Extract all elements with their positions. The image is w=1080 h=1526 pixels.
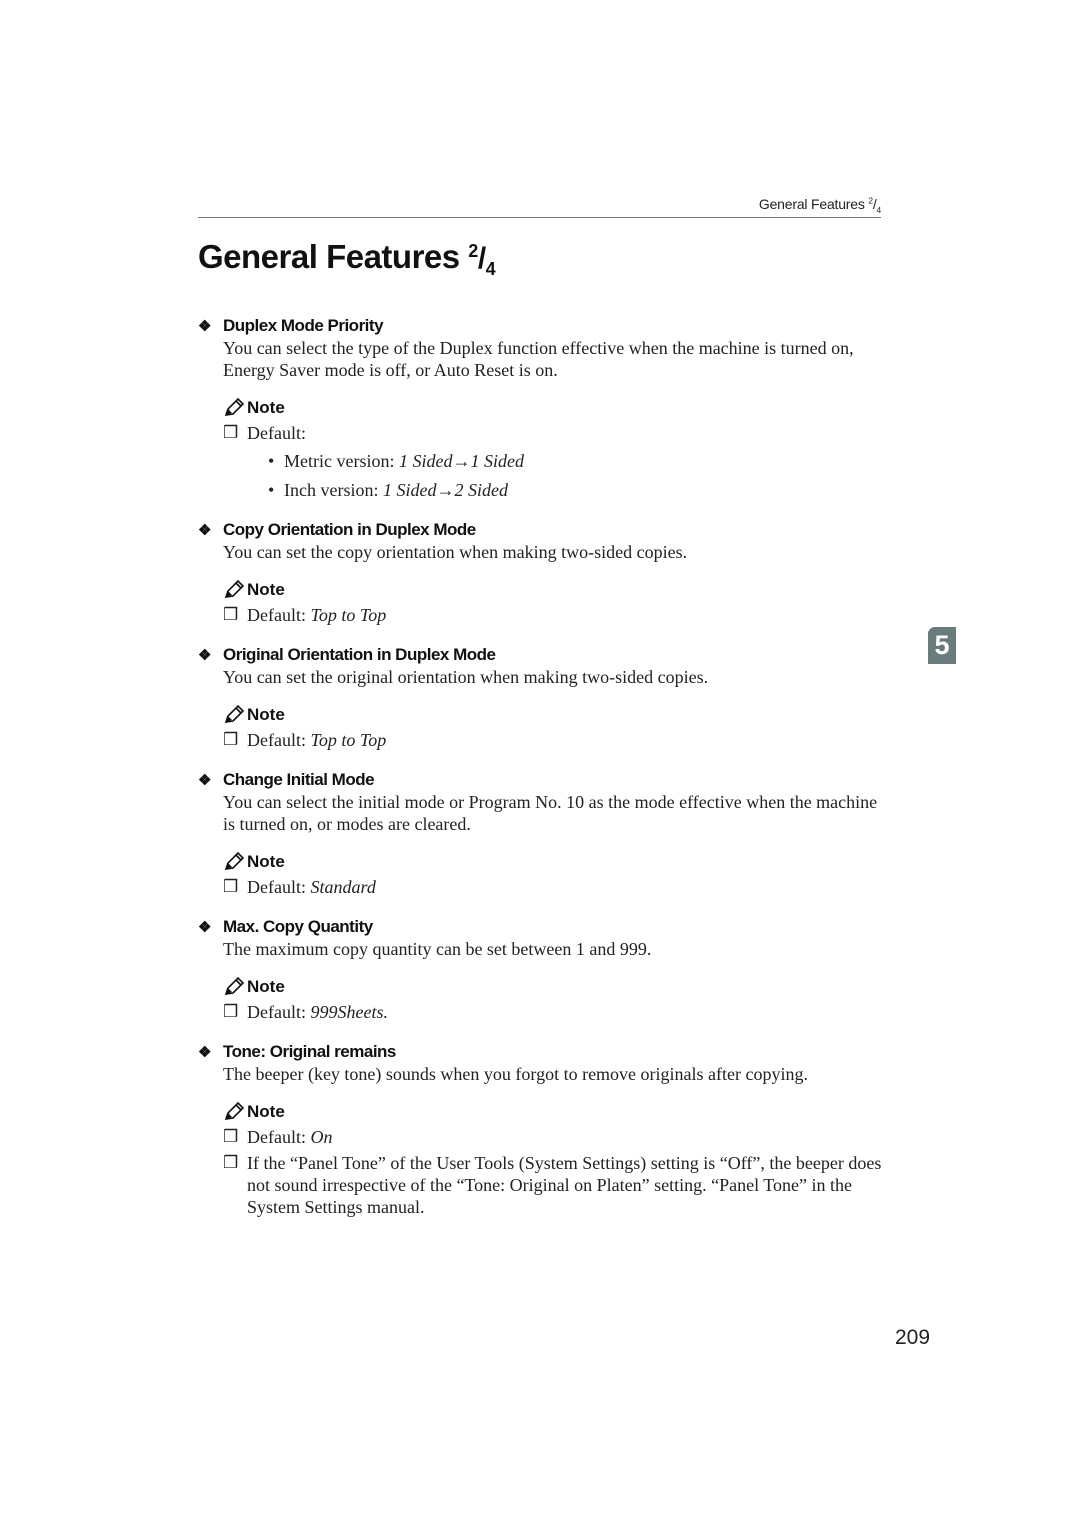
section-heading-text: Copy Orientation in Duplex Mode (223, 520, 476, 539)
section: ❖ Copy Orientation in Duplex Mode You can … (198, 519, 882, 626)
page-title: General Features 2/4 (198, 238, 496, 279)
diamond-bullet-icon: ❖ (198, 1044, 211, 1061)
note-value: Top to Top (310, 605, 387, 625)
note-item: ❒ Default: Top to Top (223, 604, 882, 626)
diamond-bullet-icon: ❖ (198, 318, 211, 335)
bullet-item: • Metric version: 1 Sided→1 Sided (268, 450, 882, 472)
bullet-item: • Inch version: 1 Sided→2 Sided (268, 479, 882, 501)
note-value: Top to Top (310, 730, 387, 750)
note-prefix: Default: (247, 1002, 311, 1022)
section: ❖ Change Initial Mode You can select the i… (198, 769, 882, 898)
diamond-bullet-icon: ❖ (198, 647, 211, 664)
note-label: Note (247, 1102, 285, 1121)
diamond-bullet-icon: ❖ (198, 919, 211, 936)
diamond-bullet-icon: ❖ (198, 772, 211, 789)
section: ❖ Original Orientation in Duplex Mode You … (198, 644, 882, 751)
running-header-den: 4 (876, 204, 882, 215)
note-item: ❒ Default: On (223, 1126, 882, 1148)
section-body: The beeper (key tone) sounds when you fo… (223, 1064, 808, 1084)
bullet-value: 1 Sided→1 Sided (398, 451, 524, 471)
note-prefix: Default: (247, 1127, 311, 1147)
bullet-label: Metric version: (284, 451, 399, 471)
note-prefix: Default: (247, 730, 311, 750)
section: ❖ Max. Copy Quantity The maximum copy quan… (198, 916, 882, 1023)
section-body: The maximum copy quantity can be set bet… (223, 939, 652, 959)
chapter-tab[interactable]: 5 (928, 627, 956, 664)
checkbox-bullet-icon: ❒ (223, 1002, 239, 1021)
pencil-note-icon (223, 579, 247, 600)
checkbox-bullet-icon: ❒ (223, 877, 239, 896)
section-heading: ❖ Change Initial Mode (198, 769, 882, 791)
note-value: 999Sheets. (310, 1002, 388, 1022)
checkbox-bullet-icon: ❒ (223, 1127, 239, 1146)
bullet-dot-icon: • (268, 451, 275, 471)
checkbox-bullet-icon: ❒ (223, 730, 239, 749)
header-rule (198, 217, 881, 218)
note-prefix: Default: (247, 605, 311, 625)
section-heading: ❖ Max. Copy Quantity (198, 916, 882, 938)
section-body: You can select the type of the Duplex fu… (223, 338, 854, 380)
note-heading: Note (223, 851, 882, 872)
page-number: 209 (895, 1326, 931, 1349)
section-body: You can select the initial mode or Progr… (223, 792, 878, 834)
note-heading: Note (223, 579, 882, 600)
section-heading-text: Max. Copy Quantity (223, 917, 373, 936)
note-value: Standard (310, 877, 376, 897)
diamond-bullet-icon: ❖ (198, 522, 211, 539)
note-label: Note (247, 977, 285, 996)
pencil-note-icon (223, 976, 247, 997)
section-body: You can set the copy orientation when ma… (223, 542, 688, 562)
page-title-text: General Features (198, 238, 460, 275)
note-heading: Note (223, 976, 882, 997)
section-heading: ❖ Tone: Original remains (198, 1041, 882, 1063)
section-body: You can set the original orientation whe… (223, 667, 709, 687)
pencil-note-icon (223, 851, 247, 872)
section-heading-text: Change Initial Mode (223, 770, 375, 789)
bullet-value: 1 Sided→2 Sided (382, 480, 508, 500)
section-heading: ❖ Original Orientation in Duplex Mode (198, 644, 882, 666)
note-value: On (310, 1127, 333, 1147)
checkbox-bullet-icon: ❒ (223, 605, 239, 624)
note-prefix: If the “Panel Tone” of the User Tools (S… (247, 1153, 882, 1217)
pencil-note-icon (223, 1101, 247, 1122)
bullet-label: Inch version: (284, 480, 383, 500)
note-heading: Note (223, 704, 882, 725)
section-heading: ❖ Copy Orientation in Duplex Mode (198, 519, 882, 541)
section-heading-text: Duplex Mode Priority (223, 316, 384, 335)
bullet-list: • Metric version: 1 Sided→1 Sided • Inch ve… (268, 450, 882, 501)
note-label: Note (247, 852, 285, 871)
note-item: ❒ Default: (223, 422, 882, 444)
checkbox-bullet-icon: ❒ (223, 423, 239, 442)
note-item: ❒ Default: 999Sheets. (223, 1001, 882, 1023)
note-prefix: Default: (247, 423, 306, 443)
note-item: ❒ Default: Standard (223, 876, 882, 898)
note-heading: Note (223, 1101, 882, 1122)
note-label: Note (247, 705, 285, 724)
running-header-text: General Features (758, 196, 865, 212)
note-label: Note (247, 398, 285, 417)
section-heading-text: Tone: Original remains (223, 1042, 396, 1061)
section-heading: ❖ Duplex Mode Priority (198, 315, 882, 337)
note-item: ❒ If the “Panel Tone” of the User Tools (… (223, 1152, 882, 1218)
note-heading: Note (223, 397, 882, 418)
running-header: General Features 2/4 (758, 195, 882, 215)
page-title-den: 4 (485, 259, 496, 279)
section: ❖ Duplex Mode Priority You can select the … (198, 315, 882, 508)
pencil-note-icon (223, 704, 247, 725)
note-label: Note (247, 580, 285, 599)
page-title-num: 2 (468, 241, 478, 261)
note-item: ❒ Default: Top to Top (223, 729, 882, 751)
running-header-num: 2 (868, 195, 873, 206)
pencil-note-icon (223, 397, 247, 418)
section-heading-text: Original Orientation in Duplex Mode (223, 645, 496, 664)
section: ❖ Tone: Original remains The beeper (key t… (198, 1041, 882, 1218)
bullet-dot-icon: • (268, 480, 275, 500)
note-prefix: Default: (247, 877, 311, 897)
checkbox-bullet-icon: ❒ (223, 1153, 239, 1172)
